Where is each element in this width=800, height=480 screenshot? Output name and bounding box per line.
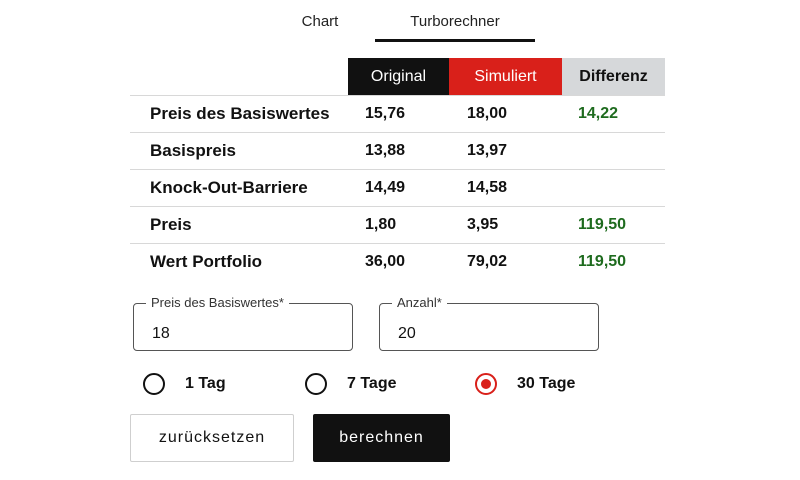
- reset-button[interactable]: zurücksetzen: [130, 414, 294, 462]
- cell-simuliert: 3,95: [467, 216, 499, 233]
- table-header: Original Simuliert Differenz: [348, 58, 665, 95]
- table-row: Preis 1,80 3,95 119,50: [130, 206, 665, 243]
- row-label: Knock-Out-Barriere: [150, 178, 308, 197]
- header-original: Original: [348, 58, 449, 95]
- cell-simuliert: 18,00: [467, 105, 508, 122]
- anzahl-field: Anzahl*: [379, 295, 599, 351]
- cell-original: 13,88: [365, 142, 406, 159]
- radio-1-tag[interactable]: 1 Tag: [143, 373, 226, 395]
- comparison-table: Original Simuliert Differenz Preis des B…: [130, 58, 665, 280]
- radio-unselected-icon[interactable]: [305, 373, 327, 395]
- radio-label: 7 Tage: [347, 375, 397, 392]
- anzahl-input[interactable]: [380, 304, 598, 350]
- radio-label: 30 Tage: [517, 375, 576, 392]
- radio-7-tage[interactable]: 7 Tage: [305, 373, 397, 395]
- cell-original: 14,49: [365, 179, 406, 196]
- cell-simuliert: 13,97: [467, 142, 508, 159]
- cell-differenz: 119,50: [578, 253, 627, 270]
- row-label: Wert Portfolio: [150, 252, 263, 271]
- basiswert-input[interactable]: [134, 304, 352, 350]
- row-label: Basispreis: [150, 141, 236, 160]
- cell-original: 15,76: [365, 105, 406, 122]
- table-row: Basispreis 13,88 13,97: [130, 132, 665, 169]
- basiswert-label: Preis des Basiswertes*: [146, 295, 289, 310]
- radio-selected-icon[interactable]: [475, 373, 497, 395]
- table-row: Knock-Out-Barriere 14,49 14,58: [130, 169, 665, 206]
- radio-unselected-icon[interactable]: [143, 373, 165, 395]
- anzahl-label: Anzahl*: [392, 295, 447, 310]
- cell-differenz: 14,22: [578, 105, 619, 122]
- radio-30-tage[interactable]: 30 Tage: [475, 373, 575, 395]
- tab-bar: Chart Turborechner: [270, 0, 545, 42]
- row-label: Preis: [150, 215, 192, 234]
- row-label: Preis des Basiswertes: [150, 104, 330, 123]
- table-row: Wert Portfolio 36,00 79,02 119,50: [130, 243, 665, 280]
- calculate-button[interactable]: berechnen: [313, 414, 450, 462]
- cell-simuliert: 79,02: [467, 253, 508, 270]
- cell-original: 1,80: [365, 216, 397, 233]
- cell-simuliert: 14,58: [467, 179, 508, 196]
- header-differenz: Differenz: [562, 58, 665, 95]
- table-row: Preis des Basiswertes 15,76 18,00 14,22: [130, 95, 665, 132]
- tab-turborechner[interactable]: Turborechner: [375, 0, 535, 42]
- header-simuliert: Simuliert: [449, 58, 562, 95]
- cell-differenz: 119,50: [578, 216, 627, 233]
- radio-label: 1 Tag: [185, 375, 226, 392]
- cell-original: 36,00: [365, 253, 406, 270]
- tab-chart[interactable]: Chart: [270, 0, 370, 42]
- basiswert-field: Preis des Basiswertes*: [133, 295, 353, 351]
